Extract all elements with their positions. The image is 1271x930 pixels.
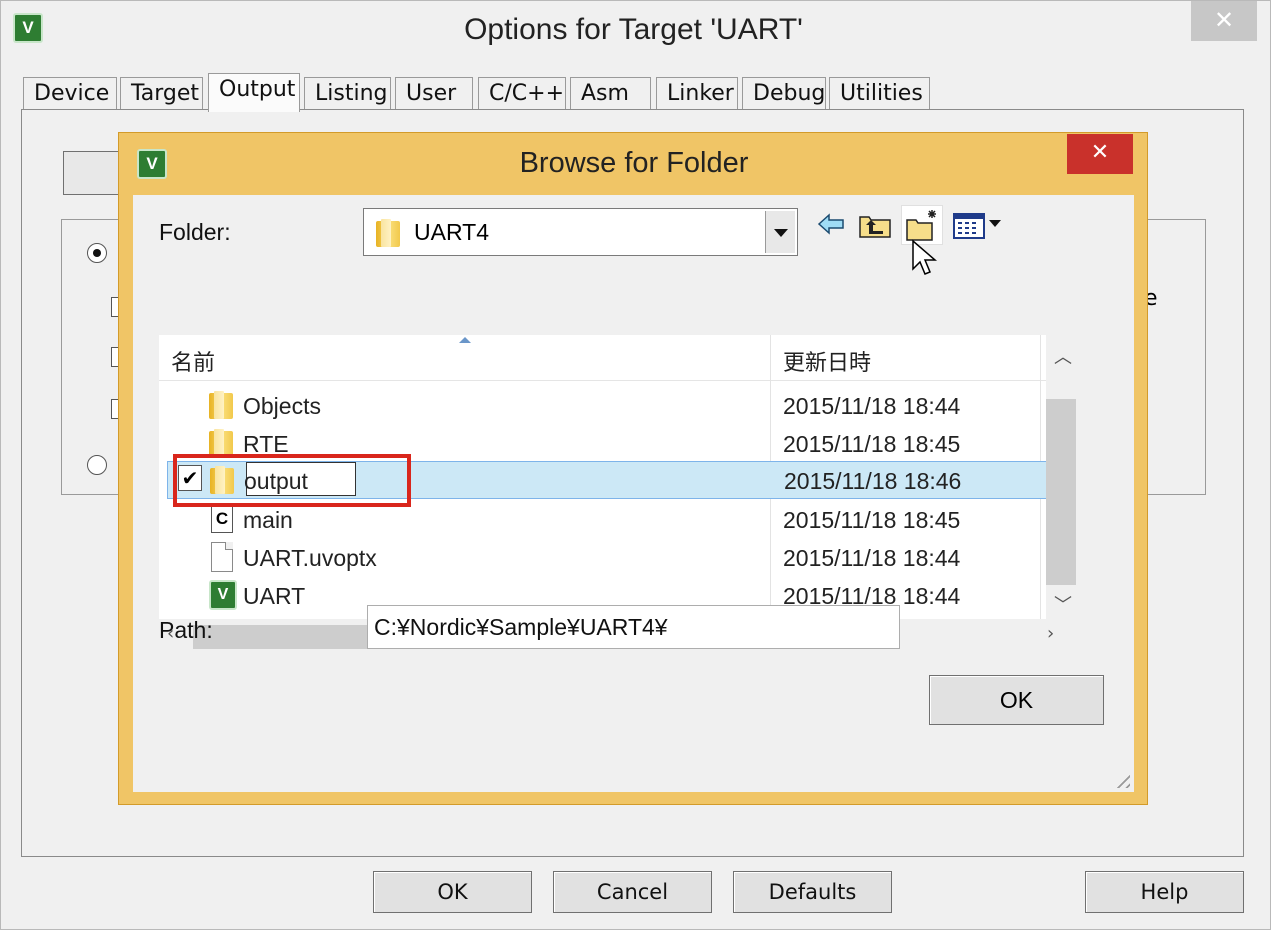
item-name: UART.uvoptx: [243, 545, 377, 571]
tab-linker[interactable]: Linker: [656, 77, 738, 111]
item-date: 2015/11/18 18:45: [783, 431, 961, 457]
tab-asm[interactable]: Asm: [570, 77, 651, 111]
scroll-up-icon[interactable]: ︿: [1054, 343, 1072, 369]
folder-combo-value: UART4: [414, 219, 489, 245]
create-executable-radio[interactable]: [87, 243, 107, 263]
annotation-highlight: [173, 454, 411, 507]
resize-grip-icon[interactable]: [1112, 770, 1130, 788]
title-bar: V Options for Target 'UART' ✕: [1, 1, 1271, 63]
browse-dialog-title: Browse for Folder: [519, 147, 749, 179]
uvision-icon: V: [209, 580, 237, 610]
list-item[interactable]: Objects 2015/11/18 18:44 フ: [159, 387, 1072, 425]
select-folder-button[interactable]: [63, 151, 123, 195]
file-icon: [211, 542, 233, 572]
mouse-cursor-icon: [912, 239, 938, 275]
help-button[interactable]: Help: [1085, 871, 1244, 913]
folder-label: Folder:: [159, 219, 231, 245]
ok-button[interactable]: OK: [373, 871, 532, 913]
view-menu-icon[interactable]: [951, 207, 1007, 243]
create-library-radio[interactable]: [87, 455, 107, 475]
folder-combo[interactable]: UART4: [363, 208, 798, 256]
browse-ok-button[interactable]: OK: [929, 675, 1104, 725]
column-header-name[interactable]: 名前: [171, 345, 215, 377]
close-button[interactable]: ✕: [1191, 1, 1257, 41]
item-name: Objects: [243, 393, 321, 419]
browse-close-button[interactable]: ✕: [1067, 134, 1133, 174]
tab-output[interactable]: Output: [208, 73, 300, 112]
scroll-down-icon[interactable]: ﹀: [1054, 591, 1072, 617]
tab-listing[interactable]: Listing: [304, 77, 391, 111]
tab-debug[interactable]: Debug: [742, 77, 826, 111]
item-date: 2015/11/18 18:44: [783, 545, 961, 571]
item-name: UART: [243, 583, 306, 609]
column-header-date[interactable]: 更新日時: [783, 345, 871, 377]
vertical-scrollbar[interactable]: ︿ ﹀: [1046, 335, 1076, 619]
dialog-title: Options for Target 'UART': [464, 13, 803, 46]
item-date: 2015/11/18 18:44: [783, 393, 961, 419]
path-field[interactable]: C:¥Nordic¥Sample¥UART4¥: [367, 605, 900, 649]
folder-icon: [376, 219, 400, 247]
browse-client-area: Folder: UART4 名前 更新日時 種: [133, 195, 1134, 792]
tab-user[interactable]: User: [395, 77, 473, 111]
path-value: C:¥Nordic¥Sample¥UART4¥: [374, 614, 668, 640]
browse-for-folder-dialog: V Browse for Folder ✕ Folder: UART4 名前 更…: [118, 132, 1148, 805]
cancel-button[interactable]: Cancel: [553, 871, 712, 913]
item-date: 2015/11/18 18:46: [784, 468, 962, 494]
c-file-icon: C: [211, 505, 233, 533]
browse-title-bar: V Browse for Folder ✕: [119, 133, 1149, 195]
tab-c-cpp[interactable]: C/C++: [478, 77, 566, 111]
chevron-down-icon[interactable]: [765, 211, 795, 253]
scroll-right-icon[interactable]: ›: [1047, 623, 1054, 644]
folder-icon: [209, 429, 233, 457]
tab-device[interactable]: Device: [23, 77, 117, 111]
sort-ascending-icon: [459, 337, 471, 343]
back-arrow-icon[interactable]: [813, 207, 849, 243]
folder-icon: [209, 391, 233, 419]
list-item[interactable]: UART.uvoptx 2015/11/18 18:44 U: [159, 539, 1072, 577]
list-header: 名前 更新日時 種: [159, 335, 1074, 381]
tab-utilities[interactable]: Utilities: [829, 77, 930, 111]
item-date: 2015/11/18 18:45: [783, 507, 961, 533]
defaults-button[interactable]: Defaults: [733, 871, 892, 913]
tab-target[interactable]: Target: [120, 77, 203, 111]
up-folder-icon[interactable]: [857, 207, 893, 243]
vertical-scroll-thumb[interactable]: [1046, 399, 1076, 585]
path-label: Path:: [159, 617, 213, 643]
item-name: main: [243, 507, 293, 533]
